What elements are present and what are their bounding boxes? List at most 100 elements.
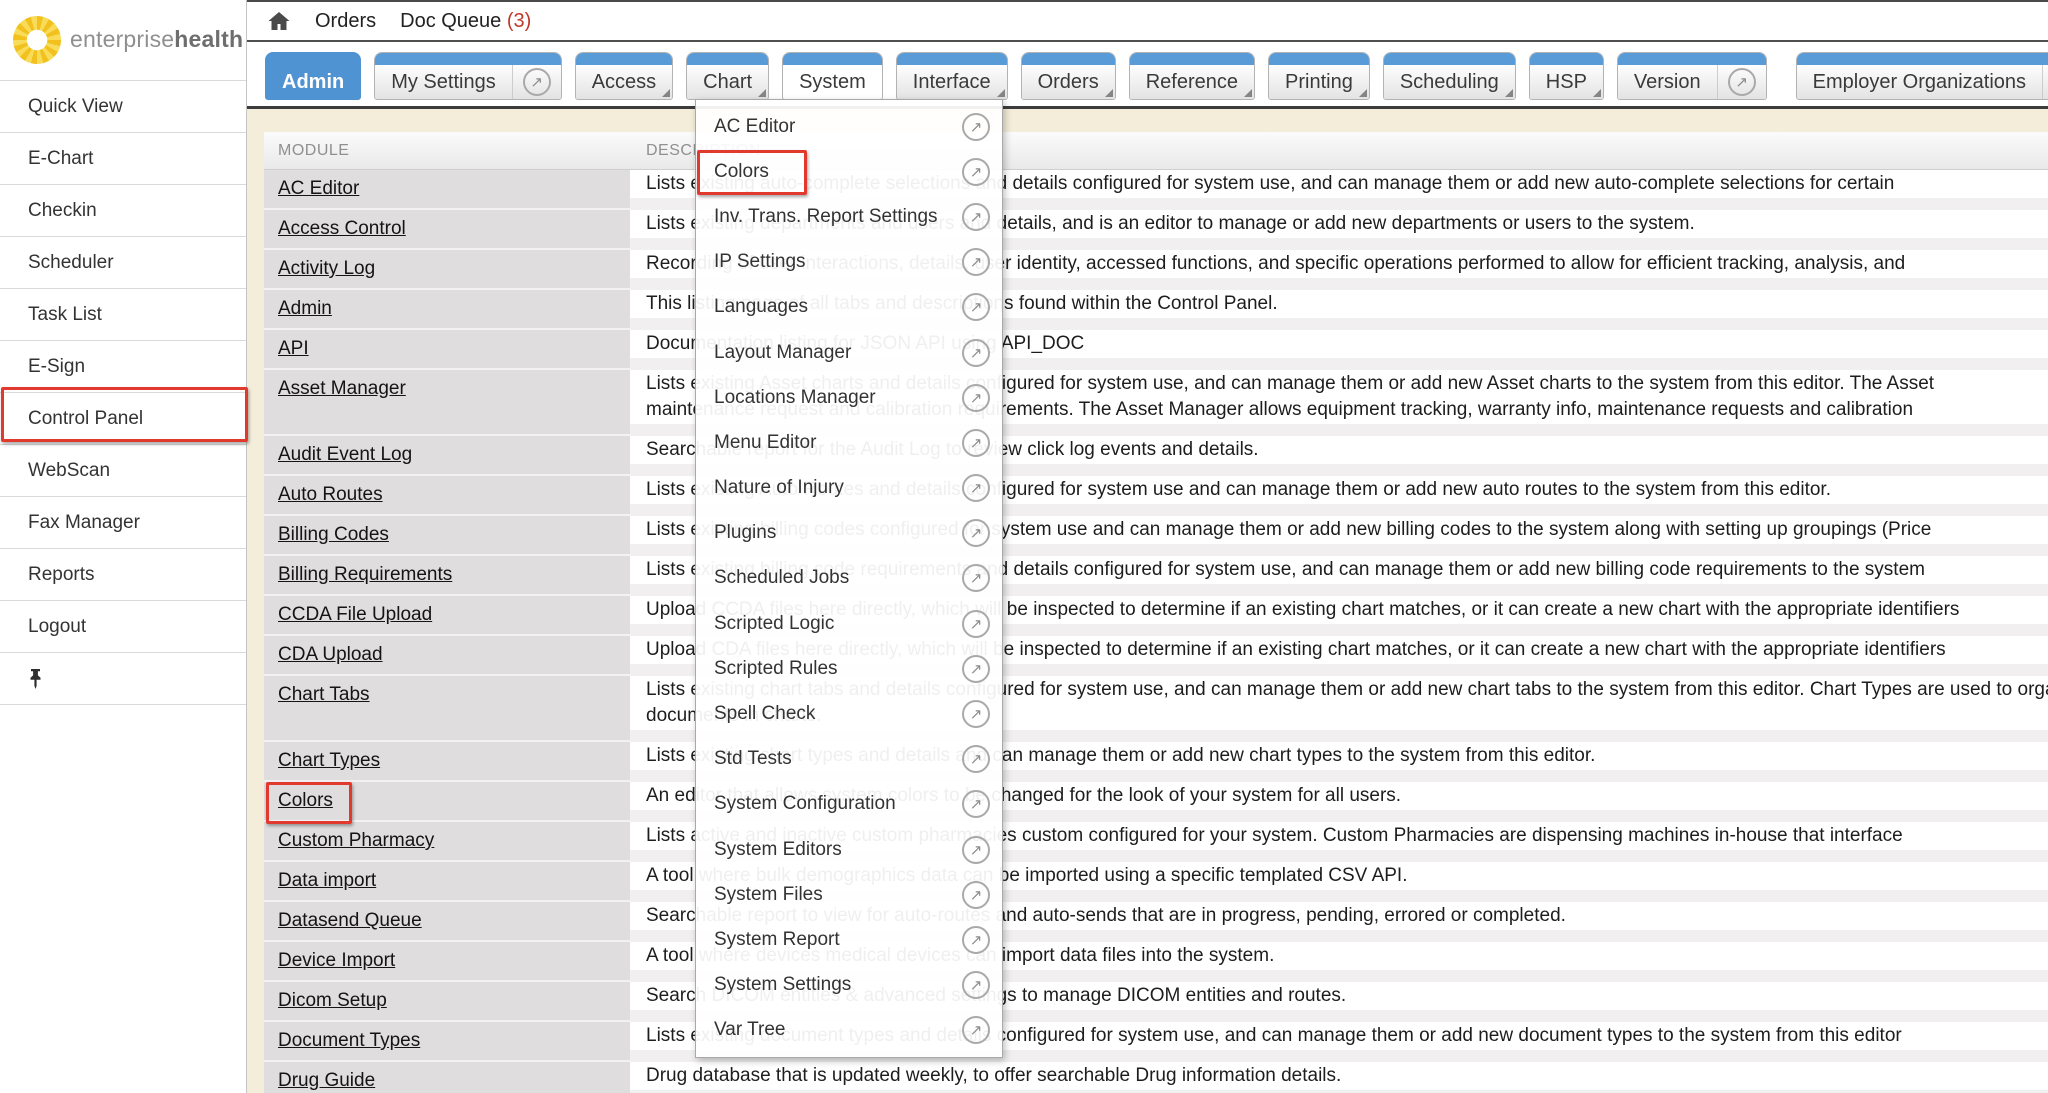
breadcrumb-item-orders[interactable]: Orders [315, 10, 376, 33]
menu-item[interactable]: Scheduled Jobs ↗ [696, 556, 1002, 601]
tab[interactable]: HSP ↗ [1529, 52, 1604, 100]
module-link[interactable]: Access Control [278, 218, 406, 240]
module-link[interactable]: Chart Tabs [278, 684, 370, 706]
tab[interactable]: Admin ↗ [265, 52, 361, 100]
module-link[interactable]: Billing Requirements [278, 564, 452, 586]
module-link[interactable]: Document Types [278, 1030, 420, 1052]
menu-item[interactable]: Menu Editor ↗ [696, 420, 1002, 465]
module-link[interactable]: Dicom Setup [278, 990, 387, 1012]
tab[interactable]: Orders ↗ [1021, 52, 1116, 100]
sidebar-item[interactable]: Scheduler [0, 236, 246, 288]
sidebar-item[interactable]: WebScan [0, 444, 246, 496]
open-in-new-icon[interactable]: ↗ [1717, 65, 1766, 99]
open-in-new-icon[interactable]: ↗ [962, 790, 990, 818]
sidebar-item[interactable]: Task List [0, 288, 246, 340]
module-link[interactable]: Auto Routes [278, 484, 383, 506]
module-link[interactable]: Colors [278, 790, 333, 812]
sidebar-item[interactable]: E-Sign [0, 340, 246, 392]
open-in-new-icon[interactable]: ↗ [962, 248, 990, 276]
menu-item[interactable]: System Report ↗ [696, 917, 1002, 962]
menu-item[interactable]: Inv. Trans. Report Settings ↗ [696, 194, 1002, 239]
tab[interactable]: Printing ↗ [1268, 52, 1370, 100]
open-in-new-icon[interactable]: ↗ [962, 700, 990, 728]
menu-item[interactable]: System Configuration ↗ [696, 782, 1002, 827]
menu-item[interactable]: System Settings ↗ [696, 963, 1002, 1008]
sidebar-pin-button[interactable] [0, 652, 246, 705]
menu-item[interactable]: Std Tests ↗ [696, 737, 1002, 782]
menu-item[interactable]: Scripted Rules ↗ [696, 646, 1002, 691]
tab[interactable]: Interface ↗ [896, 52, 1008, 100]
menu-item[interactable]: System Editors ↗ [696, 827, 1002, 872]
sidebar-item[interactable]: Logout [0, 600, 246, 652]
menu-item[interactable]: IP Settings ↗ [696, 240, 1002, 285]
breadcrumb-item-doc-queue[interactable]: Doc Queue (3) [400, 10, 531, 33]
sidebar-item[interactable]: Reports [0, 548, 246, 600]
module-link[interactable]: Asset Manager [278, 378, 406, 400]
tab[interactable]: Chart ↗ [686, 52, 769, 100]
sidebar-item[interactable]: E-Chart [0, 132, 246, 184]
module-link[interactable]: Audit Event Log [278, 444, 412, 466]
sidebar-item[interactable]: Checkin [0, 184, 246, 236]
menu-item[interactable]: Layout Manager ↗ [696, 330, 1002, 375]
module-link[interactable]: Chart Types [278, 750, 380, 772]
menu-item[interactable]: Spell Check ↗ [696, 691, 1002, 736]
sidebar-item[interactable]: Control Panel [0, 392, 246, 444]
module-link[interactable]: Activity Log [278, 258, 375, 280]
submenu-caret-icon [1505, 89, 1513, 97]
open-in-new-icon[interactable]: ↗ [962, 610, 990, 638]
open-in-new-icon[interactable]: ↗ [962, 655, 990, 683]
menu-item[interactable]: Scripted Logic ↗ [696, 601, 1002, 646]
module-link[interactable]: Custom Pharmacy [278, 830, 434, 852]
sidebar-item-label: Control Panel [28, 408, 143, 430]
module-link[interactable]: AC Editor [278, 178, 359, 200]
open-in-new-icon[interactable]: ↗ [962, 745, 990, 773]
tab[interactable]: Reference ↗ [1129, 52, 1255, 100]
module-link[interactable]: Data import [278, 870, 376, 892]
menu-item[interactable]: Nature of Injury ↗ [696, 466, 1002, 511]
module-link[interactable]: CCDA File Upload [278, 604, 432, 626]
module-link[interactable]: Datasend Queue [278, 910, 422, 932]
home-icon[interactable] [267, 9, 291, 33]
tab-label: Reference [1130, 65, 1254, 99]
open-in-new-icon[interactable]: ↗ [962, 293, 990, 321]
open-in-new-icon[interactable]: ↗ [512, 65, 561, 99]
tab[interactable]: My Settings ↗ [374, 52, 561, 100]
menu-item[interactable]: Var Tree ↗ [696, 1008, 1002, 1053]
module-link[interactable]: Device Import [278, 950, 395, 972]
sidebar-item[interactable]: Quick View [0, 80, 246, 132]
menu-item-label: Scripted Logic [714, 613, 962, 635]
tab[interactable]: Access ↗ [575, 52, 673, 100]
tab[interactable]: Version ↗ [1617, 52, 1767, 100]
open-in-new-icon[interactable]: ↗ [962, 158, 990, 186]
module-link[interactable]: Drug Guide [278, 1070, 375, 1092]
module-link[interactable]: CDA Upload [278, 644, 383, 666]
menu-item[interactable]: Plugins ↗ [696, 511, 1002, 556]
tab[interactable]: Scheduling ↗ [1383, 52, 1516, 100]
open-in-new-icon[interactable]: ↗ [962, 113, 990, 141]
menu-item[interactable]: AC Editor ↗ [696, 104, 1002, 149]
open-in-new-icon[interactable]: ↗ [962, 384, 990, 412]
open-in-new-icon[interactable]: ↗ [962, 339, 990, 367]
open-in-new-icon[interactable]: ↗ [962, 971, 990, 999]
open-in-new-icon[interactable]: ↗ [962, 564, 990, 592]
open-in-new-icon[interactable]: ↗ [962, 836, 990, 864]
menu-item[interactable]: Locations Manager ↗ [696, 375, 1002, 420]
open-in-new-icon[interactable]: ↗ [962, 474, 990, 502]
open-in-new-icon[interactable]: ↗ [962, 926, 990, 954]
module-link[interactable]: API [278, 338, 309, 360]
tab[interactable]: System ↗ [782, 52, 883, 100]
open-in-new-icon[interactable]: ↗ [962, 881, 990, 909]
menu-item[interactable]: Colors ↗ [696, 149, 1002, 194]
open-in-new-icon[interactable]: ↗ [962, 429, 990, 457]
menu-item[interactable]: Languages ↗ [696, 285, 1002, 330]
submenu-caret-icon [997, 89, 1005, 97]
module-link[interactable]: Billing Codes [278, 524, 389, 546]
open-in-new-icon[interactable]: ↗ [962, 203, 990, 231]
tab[interactable]: Employer Organizations ↗ [1796, 52, 2048, 100]
open-in-new-icon[interactable]: ↗ [962, 519, 990, 547]
open-in-new-icon[interactable]: ↗ [2042, 65, 2048, 99]
sidebar-item[interactable]: Fax Manager [0, 496, 246, 548]
menu-item[interactable]: System Files ↗ [696, 872, 1002, 917]
open-in-new-icon[interactable]: ↗ [962, 1016, 990, 1044]
module-link[interactable]: Admin [278, 298, 332, 320]
